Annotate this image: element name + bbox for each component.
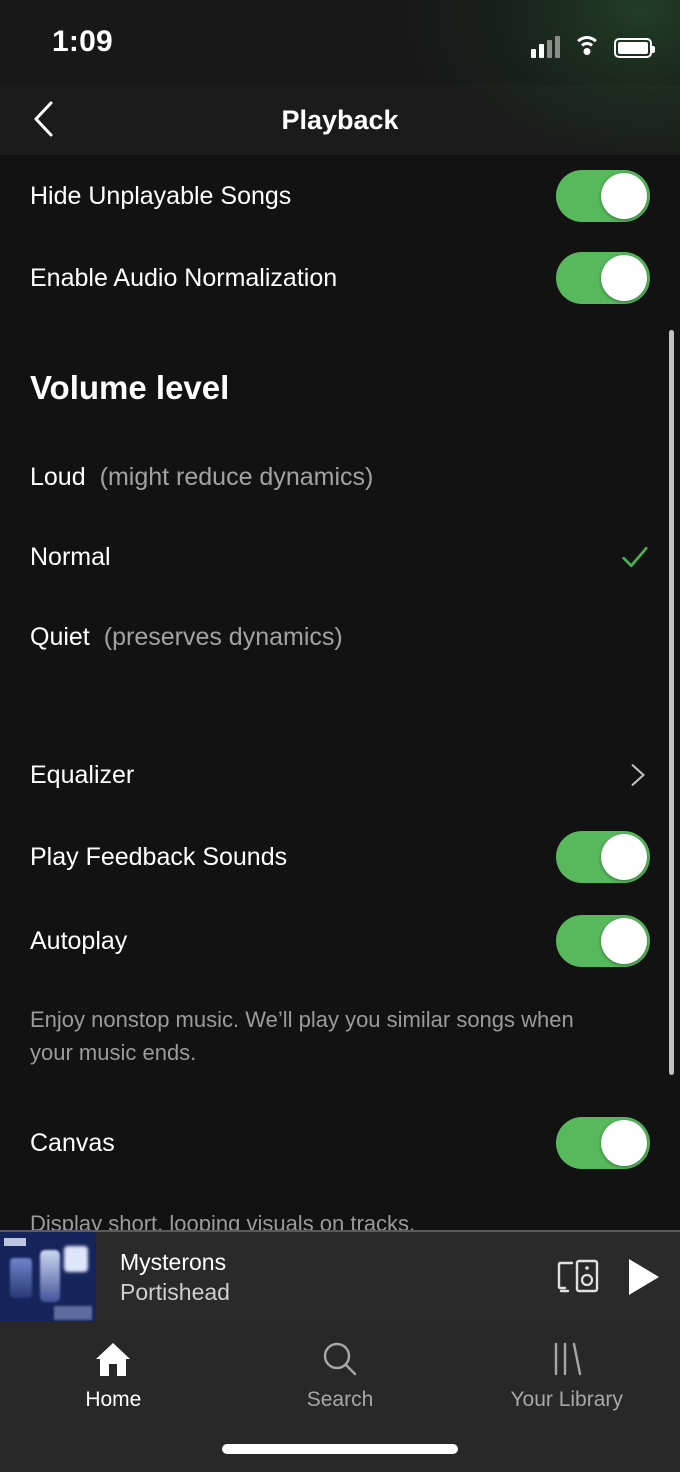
row-equalizer[interactable]: Equalizer bbox=[0, 735, 680, 815]
row-label: Equalizer bbox=[30, 760, 135, 789]
option-name: Loud bbox=[30, 462, 86, 491]
vertical-scrollbar[interactable] bbox=[669, 330, 674, 1075]
tab-label: Search bbox=[306, 1388, 374, 1411]
toggle-knob bbox=[601, 918, 647, 964]
row-label: Autoplay bbox=[30, 926, 128, 955]
toggle-knob bbox=[601, 173, 647, 219]
status-bar: 1:09 bbox=[0, 0, 680, 85]
page-header: Playback bbox=[0, 85, 680, 155]
connect-to-device-button[interactable] bbox=[550, 1249, 606, 1305]
toggle-knob bbox=[601, 255, 647, 301]
option-hint: (preserves dynamics) bbox=[103, 622, 343, 651]
row-enable-audio-normalization[interactable]: Enable Audio Normalization bbox=[0, 237, 680, 319]
toggle-knob bbox=[601, 1120, 647, 1166]
option-name: Quiet bbox=[30, 622, 90, 651]
row-label: Canvas bbox=[30, 1128, 115, 1157]
tab-label: Your Library bbox=[510, 1388, 623, 1411]
row-hide-unplayable-songs[interactable]: Hide Unplayable Songs bbox=[0, 155, 680, 237]
now-playing-bar[interactable]: Mysterons Portishead bbox=[0, 1230, 680, 1322]
page-title: Playback bbox=[281, 104, 399, 135]
option-name: Normal bbox=[30, 542, 111, 571]
home-indicator bbox=[222, 1444, 458, 1454]
status-icons bbox=[531, 26, 655, 58]
battery-full-icon bbox=[614, 38, 655, 58]
option-loud[interactable]: Loud (might reduce dynamics) bbox=[0, 437, 680, 517]
connect-to-device-icon bbox=[557, 1259, 599, 1293]
tab-your-library[interactable]: Your Library bbox=[453, 1322, 680, 1412]
now-playing-meta: Mysterons Portishead bbox=[96, 1247, 550, 1307]
option-quiet[interactable]: Quiet (preserves dynamics) bbox=[0, 597, 680, 677]
cellular-signal-icon bbox=[531, 36, 560, 58]
search-icon bbox=[323, 1342, 357, 1376]
row-label: Hide Unplayable Songs bbox=[30, 181, 292, 210]
autoplay-description: Enjoy nonstop music. We’ll play you simi… bbox=[30, 1007, 574, 1065]
row-label: Play Feedback Sounds bbox=[30, 842, 288, 871]
status-time: 1:09 bbox=[52, 25, 113, 58]
row-play-feedback-sounds[interactable]: Play Feedback Sounds bbox=[0, 815, 680, 899]
chevron-right-icon bbox=[631, 764, 645, 786]
option-normal[interactable]: Normal bbox=[0, 517, 680, 597]
play-button[interactable] bbox=[606, 1249, 680, 1305]
volume-level-heading: Volume level bbox=[30, 369, 230, 406]
tab-home[interactable]: Home bbox=[0, 1322, 227, 1412]
tab-search[interactable]: Search bbox=[227, 1322, 454, 1412]
toggle-autoplay[interactable] bbox=[556, 915, 650, 967]
row-autoplay[interactable]: Autoplay bbox=[0, 899, 680, 983]
toggle-knob bbox=[601, 834, 647, 880]
toggle-play-feedback-sounds[interactable] bbox=[556, 831, 650, 883]
tab-label: Home bbox=[85, 1388, 142, 1411]
toggle-hide-unplayable-songs[interactable] bbox=[556, 170, 650, 222]
row-label: Enable Audio Normalization bbox=[30, 263, 338, 292]
checkmark-icon bbox=[622, 546, 648, 568]
library-icon bbox=[554, 1342, 581, 1376]
app-screen: 1:09 Playback Hide Unplayable Songs Enab… bbox=[0, 0, 680, 1472]
settings-scroll-area[interactable]: Hide Unplayable Songs Enable Audio Norma… bbox=[0, 155, 680, 1230]
play-icon bbox=[629, 1259, 659, 1295]
album-artwork bbox=[0, 1232, 96, 1322]
canvas-description: Display short, looping visuals on tracks… bbox=[30, 1211, 416, 1230]
home-icon bbox=[96, 1343, 131, 1376]
bottom-tab-bar: Home Search Your Library bbox=[0, 1322, 680, 1472]
wifi-icon bbox=[573, 36, 601, 58]
toggle-canvas[interactable] bbox=[556, 1117, 650, 1169]
track-title: Mysterons bbox=[120, 1249, 227, 1275]
row-canvas[interactable]: Canvas bbox=[0, 1101, 680, 1185]
option-hint: (might reduce dynamics) bbox=[99, 462, 374, 491]
toggle-enable-audio-normalization[interactable] bbox=[556, 252, 650, 304]
track-artist: Portishead bbox=[120, 1279, 230, 1305]
